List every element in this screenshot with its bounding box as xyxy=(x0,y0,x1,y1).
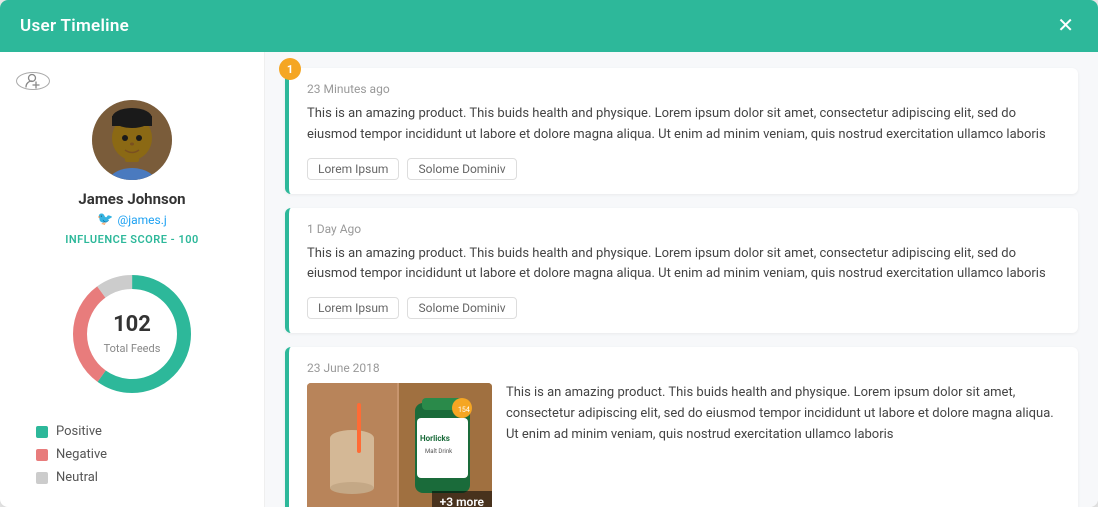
twitter-handle: 🐦 @james.j xyxy=(97,212,166,227)
feed-text-1: This is an amazing product. This buids h… xyxy=(307,104,1060,146)
add-user-button[interactable] xyxy=(16,72,50,90)
positive-label: Positive xyxy=(56,424,102,439)
timeline-item-2: 1 Day Ago This is an amazing product. Th… xyxy=(285,208,1078,334)
tags-1: Lorem Ipsum Solome Dominiv xyxy=(307,158,1060,180)
donut-center: 102 Total Feeds xyxy=(104,312,161,356)
image-placeholder: Horlicks Malt Drink 154 xyxy=(307,383,492,507)
tag-2-0[interactable]: Lorem Ipsum xyxy=(307,297,399,319)
tag-1-1[interactable]: Solome Dominiv xyxy=(407,158,516,180)
donut-number: 102 xyxy=(104,312,161,337)
negative-label: Negative xyxy=(56,447,107,462)
product-images-svg: Horlicks Malt Drink 154 xyxy=(307,383,492,507)
donut-chart: 102 Total Feeds xyxy=(62,264,202,404)
negative-dot xyxy=(36,449,48,461)
add-user-icon xyxy=(25,73,41,89)
svg-text:Malt Drink: Malt Drink xyxy=(425,448,453,455)
timeline-item-3: 23 June 2018 xyxy=(285,347,1078,507)
tag-2-1[interactable]: Solome Dominiv xyxy=(407,297,516,319)
user-name: James Johnson xyxy=(78,190,185,208)
chart-legend: Positive Negative Neutral xyxy=(16,424,248,493)
neutral-label: Neutral xyxy=(56,470,98,485)
feed-text-2: This is an amazing product. This buids h… xyxy=(307,244,1060,286)
modal-window: User Timeline ✕ xyxy=(0,0,1098,507)
more-overlay[interactable]: +3 more xyxy=(432,491,492,507)
twitter-username: @james.j xyxy=(117,213,166,227)
timeline-panel: 23 Minutes ago This is an amazing produc… xyxy=(265,52,1098,507)
neutral-dot xyxy=(36,472,48,484)
influence-score: INFLUENCE SCORE - 100 xyxy=(65,233,199,246)
legend-positive: Positive xyxy=(36,424,248,439)
timeline-item-1: 23 Minutes ago This is an amazing produc… xyxy=(285,68,1078,194)
svg-text:154: 154 xyxy=(458,406,470,414)
modal-header: User Timeline ✕ xyxy=(0,0,1098,52)
donut-label: Total Feeds xyxy=(104,342,161,355)
time-1: 23 Minutes ago xyxy=(307,82,1060,96)
left-panel: James Johnson 🐦 @james.j INFLUENCE SCORE… xyxy=(0,52,265,507)
image-grid: Horlicks Malt Drink 154 +3 more xyxy=(307,383,492,507)
positive-dot xyxy=(36,426,48,438)
svg-text:Horlicks: Horlicks xyxy=(420,434,450,443)
twitter-icon: 🐦 xyxy=(97,212,113,227)
time-2: 1 Day Ago xyxy=(307,222,1060,236)
feed-text-3: This is an amazing product. This buids h… xyxy=(506,383,1060,507)
avatar xyxy=(92,100,172,180)
legend-neutral: Neutral xyxy=(36,470,248,485)
tag-1-0[interactable]: Lorem Ipsum xyxy=(307,158,399,180)
avatar-image xyxy=(92,100,172,180)
close-button[interactable]: ✕ xyxy=(1053,14,1078,38)
legend-negative: Negative xyxy=(36,447,248,462)
tags-2: Lorem Ipsum Solome Dominiv xyxy=(307,297,1060,319)
time-3: 23 June 2018 xyxy=(307,361,1060,375)
item-3-content: Horlicks Malt Drink 154 +3 more This is … xyxy=(307,383,1060,507)
modal-body: James Johnson 🐦 @james.j INFLUENCE SCORE… xyxy=(0,52,1098,507)
feed-body-3: This is an amazing product. This buids h… xyxy=(506,383,1060,445)
modal-title: User Timeline xyxy=(20,16,129,36)
